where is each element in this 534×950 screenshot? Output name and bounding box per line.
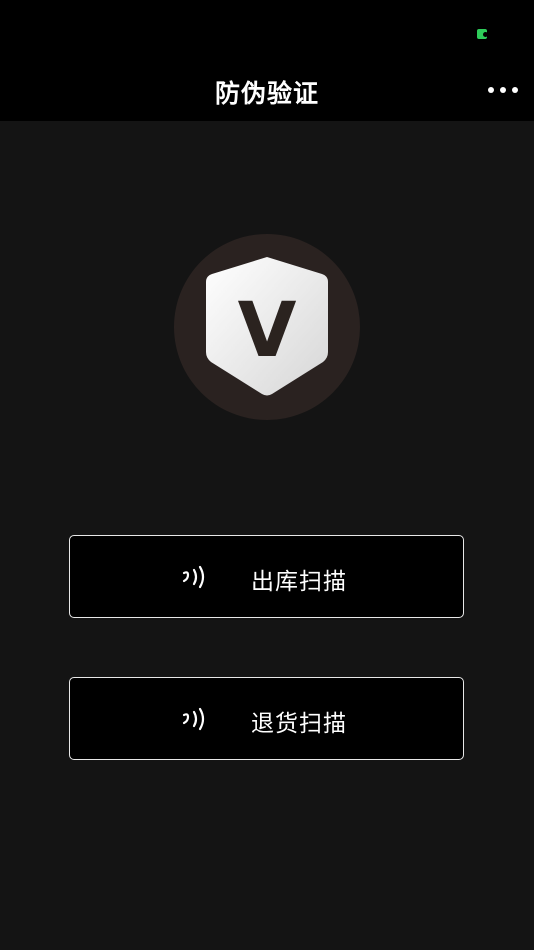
return-scan-label: 退货扫描	[251, 711, 347, 737]
more-dot	[500, 87, 506, 93]
more-dot	[512, 87, 518, 93]
shield-v-icon: V	[206, 257, 328, 396]
app-logo: V	[174, 234, 360, 420]
page-title: 防伪验证	[214, 79, 319, 108]
more-dot	[488, 87, 494, 93]
battery-indicator-icon	[477, 29, 488, 39]
return-scan-button[interactable]: 退货扫描	[69, 677, 464, 760]
outbound-scan-button[interactable]: 出库扫描	[69, 535, 464, 618]
logo-letter: V	[238, 285, 297, 374]
status-bar	[0, 0, 534, 60]
more-dots-icon[interactable]	[488, 80, 518, 100]
nfc-icon	[182, 707, 205, 731]
navigation-bar: 防伪验证	[0, 60, 534, 121]
nfc-icon	[182, 565, 205, 589]
outbound-scan-label: 出库扫描	[251, 569, 347, 595]
